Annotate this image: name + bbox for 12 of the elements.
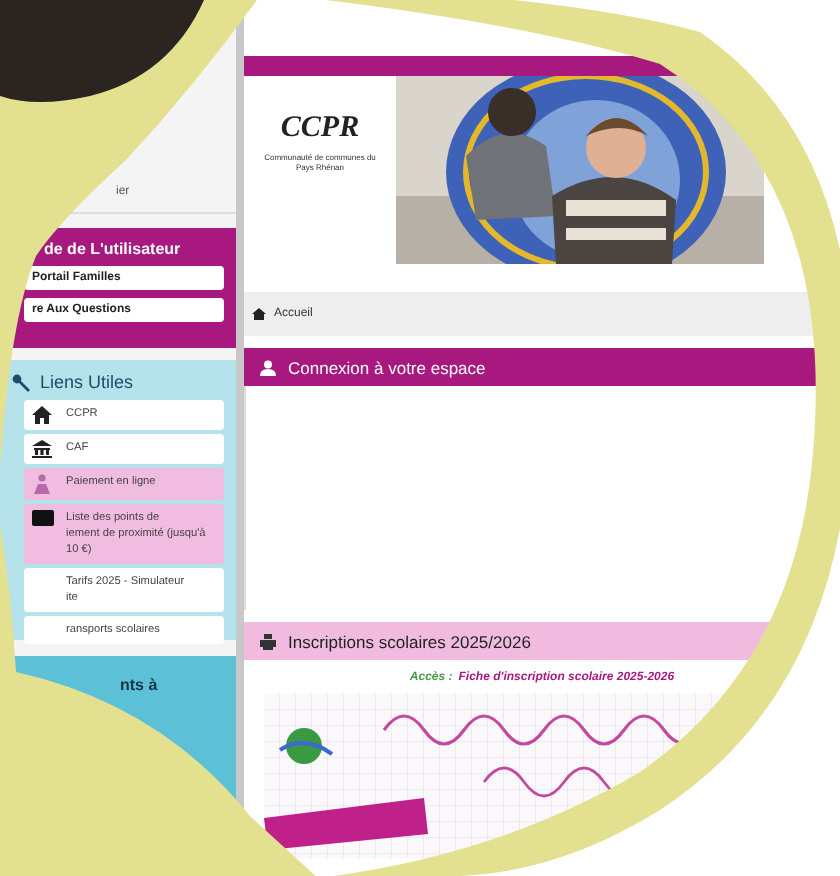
section-title: Connexion à votre espace: [288, 357, 486, 377]
panel-title: Liens Utiles: [40, 372, 134, 392]
card-icon: [32, 510, 54, 526]
panel-title: nts à: [120, 676, 160, 694]
user-icon: [260, 359, 276, 375]
section-title: Inscriptions scolaires 2025/2026: [288, 631, 531, 651]
printer-icon: [260, 633, 276, 649]
bank-icon: [32, 440, 52, 458]
house-icon: [32, 406, 52, 424]
panel-title: de de L'utilisateur: [42, 240, 183, 258]
figure-icon: [32, 474, 52, 494]
home-icon: [252, 308, 266, 320]
